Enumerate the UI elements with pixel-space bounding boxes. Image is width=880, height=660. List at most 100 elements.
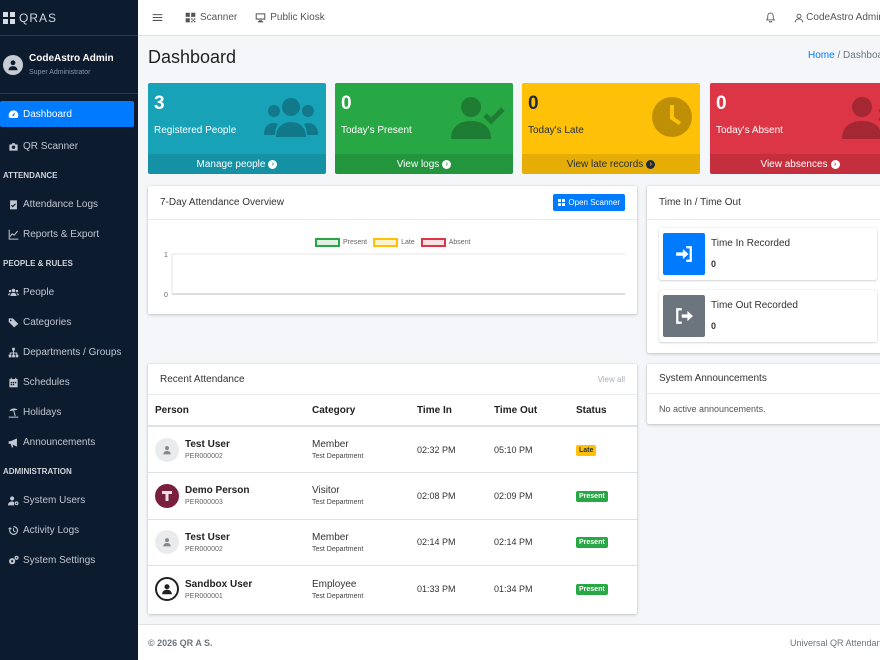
stat-label: Registered People — [154, 125, 237, 136]
card-title: Time In / Time Out — [659, 197, 741, 208]
time-out-cell: 02:09 PM — [487, 472, 569, 520]
tags-icon — [7, 317, 20, 328]
table-row[interactable]: Demo Person PER000003 Visitor Test Departm… — [148, 472, 637, 520]
sidebar-item-label: QR Scanner — [23, 140, 79, 152]
breadcrumb: Home / Dashboard — [808, 50, 880, 61]
recent-attendance-table: Person Category Time In Time Out Status … — [148, 395, 637, 612]
sidebar-item-label: System Settings — [23, 554, 96, 566]
view-late-records-link[interactable]: View late records › — [522, 154, 700, 174]
stat-link-label: View logs — [396, 158, 440, 170]
column-header: Category — [305, 395, 410, 427]
arrow-circle-right-icon: › — [268, 159, 278, 169]
column-header: Time In — [410, 395, 487, 427]
bullhorn-icon — [7, 437, 20, 448]
sidebar-item-label: Holidays — [23, 406, 62, 418]
breadcrumb-home[interactable]: Home — [808, 50, 835, 61]
person-department: Test Department — [312, 453, 364, 460]
photo-avatar-icon — [155, 483, 179, 508]
hamburger-icon — [152, 14, 163, 21]
sidebar-item-label: Announcements — [23, 436, 96, 448]
page-title: Dashboard — [148, 47, 237, 67]
sidebar-item-label: Reports & Export — [23, 228, 100, 240]
time-in-cell: 02:32 PM — [410, 426, 487, 473]
bell-icon[interactable] — [765, 12, 776, 23]
arrow-circle-right-icon: › — [646, 159, 656, 169]
person-department: Test Department — [312, 592, 364, 600]
card-title: 7-Day Attendance Overview — [160, 197, 284, 208]
sidebar-item-holidays[interactable]: Holidays — [0, 397, 134, 427]
view-absences-link[interactable]: View absences › — [710, 154, 880, 174]
cogs-icon — [7, 555, 20, 566]
stat-value: 0 — [528, 93, 539, 114]
time-in-cell: 01:33 PM — [417, 584, 456, 594]
manage-people-link[interactable]: Manage people › — [148, 154, 326, 174]
sidebar-item-people[interactable]: People — [0, 277, 134, 307]
user-name: CodeAstro Admin — [29, 53, 114, 64]
person-category: Visitor — [312, 485, 340, 497]
sidebar-item-departments[interactable]: Departments / Groups — [0, 337, 134, 367]
sitemap-icon — [7, 347, 20, 358]
umbrella-beach-icon — [7, 407, 20, 418]
view-all-link[interactable]: View all — [598, 375, 625, 384]
gauge-icon — [7, 109, 20, 120]
sidebar-item-system-users[interactable]: System Users — [0, 485, 134, 515]
kiosk-link[interactable]: Public Kiosk — [255, 12, 325, 23]
status-badge: Present — [576, 490, 608, 502]
table-header-row: Person Category Time In Time Out Status — [148, 395, 637, 427]
open-scanner-button[interactable]: Open Scanner — [553, 194, 625, 211]
brand-name: QRAS — [19, 10, 58, 25]
column-header: Time Out — [487, 395, 569, 427]
stat-link-label: Manage people — [196, 158, 266, 170]
card-title: Recent Attendance — [160, 373, 245, 385]
history-icon — [7, 525, 20, 536]
sidebar-nav: Dashboard QR Scanner ATTENDANCE Attendan… — [0, 94, 138, 575]
person-name: Test User — [185, 531, 230, 543]
sidebar: QRAS CodeAstro Admin Super Administrator… — [0, 0, 138, 660]
stat-todays-late: 0 Today's Late View late records › — [522, 83, 700, 174]
announcements-card: System Announcements No active announcem… — [647, 364, 880, 424]
user-panel[interactable]: CodeAstro Admin Super Administrator — [0, 36, 138, 94]
person-id: PER000001 — [185, 592, 223, 600]
arrow-circle-right-icon: › — [442, 159, 452, 169]
attendance-overview-card: 7-Day Attendance Overview Open Scanner P… — [148, 186, 637, 314]
person-category: Member — [312, 439, 349, 450]
sidebar-item-announcements[interactable]: Announcements — [0, 427, 134, 457]
clipboard-check-icon — [7, 199, 20, 210]
card-title: System Announcements — [659, 373, 767, 384]
stat-value: 0 — [341, 93, 352, 114]
camera-icon — [7, 141, 20, 152]
column-header: Person — [148, 395, 305, 427]
footer-copyright: © 2026 QR A S. — [148, 637, 213, 648]
sidebar-item-attendance-logs[interactable]: Attendance Logs — [0, 189, 134, 219]
sidebar-item-reports[interactable]: Reports & Export — [0, 219, 134, 249]
time-out-value: 0 — [711, 321, 717, 331]
announcements-empty: No active announcements. — [659, 404, 766, 414]
menu-toggle-button[interactable] — [152, 12, 167, 23]
photo-avatar-icon — [155, 577, 179, 601]
qrcode-icon — [185, 12, 196, 23]
sidebar-item-label: Dashboard — [23, 108, 72, 120]
sidebar-item-label: Activity Logs — [23, 524, 80, 536]
person-id: PER000002 — [185, 453, 223, 460]
sidebar-item-qr-scanner[interactable]: QR Scanner — [0, 131, 134, 161]
table-row[interactable]: Test User PER000002 Member Test Department… — [148, 519, 637, 566]
sidebar-item-dashboard[interactable]: Dashboard — [0, 101, 134, 127]
admin-menu[interactable]: CodeAstro Admin — [794, 12, 880, 23]
column-header: Status — [569, 395, 637, 427]
person-department: Test Department — [312, 499, 364, 507]
stat-todays-present: 0 Today's Present View logs › — [335, 83, 513, 174]
user-icon — [794, 13, 804, 22]
open-scanner-label: Open Scanner — [568, 198, 620, 207]
brand[interactable]: QRAS — [0, 0, 138, 36]
sidebar-item-system-settings[interactable]: System Settings — [0, 545, 134, 575]
user-avatar-icon — [3, 54, 23, 75]
sidebar-item-activity-logs[interactable]: Activity Logs — [0, 515, 134, 545]
sidebar-item-categories[interactable]: Categories — [0, 307, 134, 337]
sign-out-icon — [663, 295, 705, 337]
view-logs-link[interactable]: View logs › — [335, 154, 513, 174]
scanner-link[interactable]: Scanner — [185, 12, 237, 23]
table-row[interactable]: Sandbox User PER000001 Employee Test Depar… — [148, 566, 637, 613]
qrcode-icon — [558, 199, 566, 206]
sidebar-item-schedules[interactable]: Schedules — [0, 367, 134, 397]
table-row[interactable]: Test User PER000002 Member Test Department… — [148, 426, 637, 473]
